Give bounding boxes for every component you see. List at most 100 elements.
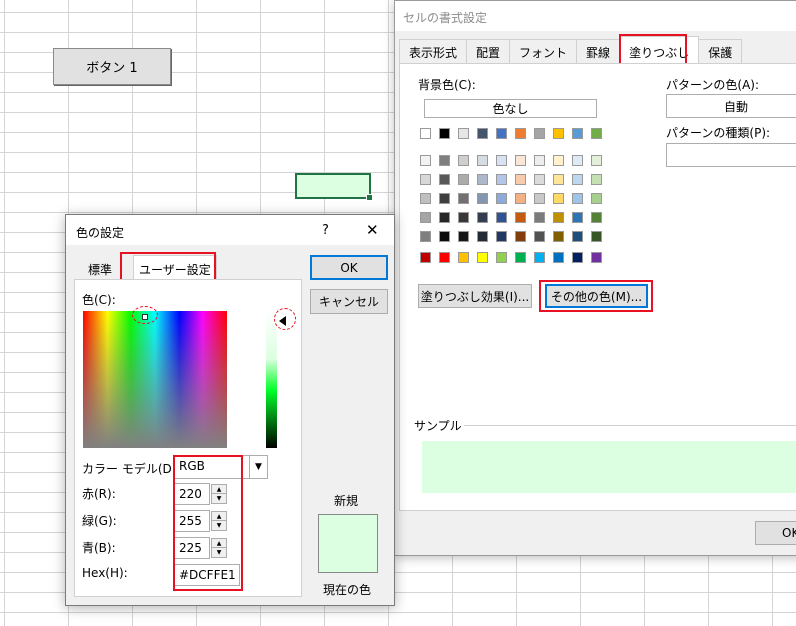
chevron-down-icon[interactable]: ▼ (249, 455, 268, 479)
color-swatch[interactable] (439, 212, 450, 223)
green-stepper[interactable]: ▲ ▼ (211, 511, 227, 531)
color-swatch[interactable] (458, 193, 469, 204)
color-swatch[interactable] (534, 155, 545, 166)
color-swatch[interactable] (477, 231, 488, 242)
color-swatch[interactable] (534, 212, 545, 223)
color-swatch[interactable] (496, 128, 507, 139)
color-swatch[interactable] (553, 193, 564, 204)
color-ok-button[interactable]: OK (310, 255, 388, 280)
color-swatch[interactable] (458, 231, 469, 242)
color-swatch[interactable] (477, 252, 488, 263)
color-swatch[interactable] (496, 193, 507, 204)
hex-input[interactable]: #DCFFE1 (174, 564, 240, 586)
color-swatch[interactable] (515, 193, 526, 204)
color-swatch[interactable] (553, 231, 564, 242)
red-input[interactable]: 220 (174, 483, 210, 505)
color-swatch[interactable] (515, 231, 526, 242)
no-color-button[interactable]: 色なし (424, 99, 597, 118)
color-swatch[interactable] (420, 128, 431, 139)
luminance-bar[interactable] (266, 311, 277, 448)
color-swatch[interactable] (439, 128, 450, 139)
color-swatch[interactable] (572, 252, 583, 263)
tab-border[interactable]: 罫線 (576, 39, 621, 63)
tab-font[interactable]: フォント (509, 39, 578, 63)
color-swatch[interactable] (439, 155, 450, 166)
color-swatch[interactable] (553, 155, 564, 166)
color-swatch[interactable] (439, 174, 450, 185)
color-swatch[interactable] (458, 252, 469, 263)
color-swatch[interactable] (496, 174, 507, 185)
color-swatch[interactable] (572, 231, 583, 242)
color-swatch[interactable] (515, 252, 526, 263)
color-swatch[interactable] (591, 155, 602, 166)
color-swatch[interactable] (458, 128, 469, 139)
color-cancel-button[interactable]: キャンセル (310, 289, 388, 314)
color-swatch[interactable] (572, 128, 583, 139)
color-swatch[interactable] (477, 128, 488, 139)
tab-protection[interactable]: 保護 (698, 39, 743, 63)
color-swatch[interactable] (534, 231, 545, 242)
tab-custom[interactable]: ユーザー設定 (133, 255, 217, 281)
format-ok-button[interactable]: OK (755, 521, 796, 545)
color-swatch[interactable] (420, 252, 431, 263)
color-swatch[interactable] (477, 155, 488, 166)
color-swatch[interactable] (496, 231, 507, 242)
color-spectrum[interactable] (83, 311, 227, 448)
color-swatch[interactable] (591, 193, 602, 204)
color-swatch[interactable] (439, 193, 450, 204)
close-icon[interactable]: ✕ (366, 221, 379, 239)
more-colors-button[interactable]: その他の色(M)... (545, 284, 648, 308)
color-swatch[interactable] (515, 128, 526, 139)
green-input[interactable]: 255 (174, 510, 210, 532)
color-swatch[interactable] (591, 128, 602, 139)
color-swatch[interactable] (420, 155, 431, 166)
fill-effects-button[interactable]: 塗りつぶし効果(I)... (418, 284, 532, 308)
tab-alignment[interactable]: 配置 (466, 39, 511, 63)
color-swatch[interactable] (515, 155, 526, 166)
pattern-color-select[interactable]: 自動 (666, 94, 796, 118)
color-swatch[interactable] (458, 212, 469, 223)
color-swatch[interactable] (534, 128, 545, 139)
color-swatch[interactable] (534, 193, 545, 204)
color-swatch[interactable] (420, 212, 431, 223)
color-swatch[interactable] (591, 231, 602, 242)
color-swatch[interactable] (572, 212, 583, 223)
color-swatch[interactable] (420, 231, 431, 242)
color-swatch[interactable] (496, 212, 507, 223)
color-swatch[interactable] (477, 212, 488, 223)
help-icon[interactable]: ? (322, 223, 329, 238)
sheet-button-1[interactable]: ボタン 1 (53, 48, 171, 85)
pattern-style-select[interactable] (666, 143, 796, 167)
color-swatch[interactable] (553, 128, 564, 139)
color-swatch[interactable] (572, 174, 583, 185)
color-swatch[interactable] (591, 212, 602, 223)
color-swatch[interactable] (553, 252, 564, 263)
color-swatch[interactable] (420, 193, 431, 204)
blue-stepper[interactable]: ▲ ▼ (211, 538, 227, 558)
red-stepper[interactable]: ▲ ▼ (211, 484, 227, 504)
color-swatch[interactable] (458, 174, 469, 185)
color-swatch[interactable] (534, 174, 545, 185)
color-swatch[interactable] (477, 193, 488, 204)
color-swatch[interactable] (439, 252, 450, 263)
color-swatch[interactable] (439, 231, 450, 242)
selected-cell[interactable] (295, 173, 373, 201)
color-swatch[interactable] (496, 155, 507, 166)
color-swatch[interactable] (572, 193, 583, 204)
blue-input[interactable]: 225 (174, 537, 210, 559)
color-swatch[interactable] (477, 174, 488, 185)
color-swatch[interactable] (458, 155, 469, 166)
color-swatch[interactable] (553, 212, 564, 223)
tab-fill[interactable]: 塗りつぶし (619, 36, 700, 64)
color-swatch[interactable] (534, 252, 545, 263)
tab-number[interactable]: 表示形式 (399, 39, 468, 63)
color-swatch[interactable] (515, 174, 526, 185)
color-swatch[interactable] (496, 252, 507, 263)
color-swatch[interactable] (515, 212, 526, 223)
tab-standard[interactable]: 標準 (88, 261, 112, 278)
color-swatch[interactable] (420, 174, 431, 185)
color-swatch[interactable] (572, 155, 583, 166)
color-swatch[interactable] (591, 174, 602, 185)
color-swatch[interactable] (553, 174, 564, 185)
color-swatch[interactable] (591, 252, 602, 263)
